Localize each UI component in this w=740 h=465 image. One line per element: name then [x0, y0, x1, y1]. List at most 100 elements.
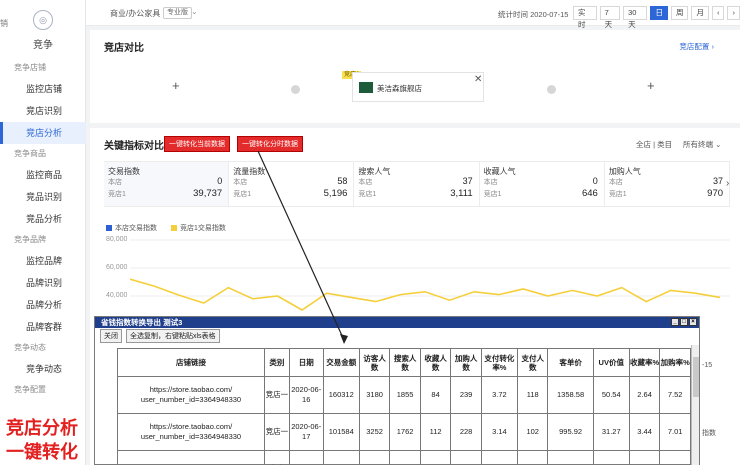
table-cell: 7.52	[659, 376, 691, 414]
table-cell: https://store.taobao.com/ user_number_id…	[117, 376, 265, 414]
shop-logo-icon	[359, 82, 373, 93]
compare-title: 竞店对比	[104, 43, 144, 54]
metric-r2-label: 竞店1	[483, 191, 502, 198]
sidebar-item[interactable]: 竞品分析	[0, 208, 86, 230]
sidebar-item[interactable]: 竞争动态	[0, 358, 86, 380]
table-cell: 137	[419, 450, 452, 465]
export-window: 省钱指数转换导出 测试3 _ □ × 关闭 全选复制，右键粘贴xls表格 店铺链…	[94, 316, 700, 465]
table-cell: 266	[450, 450, 482, 465]
metric-r1-value: 0	[592, 176, 598, 186]
close-button[interactable]: 关闭	[100, 329, 122, 343]
table-cell: 239	[450, 376, 482, 414]
shop-config-link[interactable]: 竞店配置 ›	[679, 41, 714, 52]
time-button[interactable]: 周	[670, 6, 689, 20]
table-cell: 2036	[389, 450, 421, 465]
sidebar-item[interactable]: 竞店识别	[0, 100, 86, 122]
column-header: 搜索人数	[389, 348, 421, 377]
table-cell: 995.92	[547, 413, 594, 451]
metric-r1-label: 本店	[483, 179, 498, 186]
category-selector[interactable]: 商业/办公家具	[110, 8, 160, 19]
sidebar-item[interactable]: 品牌识别	[0, 272, 86, 294]
selected-shop-card[interactable]: 美洁森旗舰店	[352, 72, 484, 102]
window-title-text: 省钱指数转换导出 测试3	[101, 318, 183, 327]
sidebar-item[interactable]: 品牌客群	[0, 316, 86, 338]
metric-name: 交易指数	[108, 167, 140, 176]
overlay-caption-2: 一键转化	[6, 442, 78, 462]
export-window-title: 省钱指数转换导出 测试3 _ □ ×	[95, 317, 699, 328]
shop-name: 美洁森旗舰店	[377, 84, 422, 93]
table-cell: 31.27	[592, 413, 630, 451]
table-cell: 竞店一	[263, 376, 290, 414]
metric-tile[interactable]: 搜索人气 本店 37 竞店1 3,111	[354, 162, 480, 206]
legend-label: 竞店1交易指数	[180, 225, 226, 232]
scroll-thumb[interactable]	[693, 357, 699, 397]
sidebar-item[interactable]: 竞店分析	[0, 122, 86, 144]
table-cell: 1762	[389, 413, 421, 451]
add-rival-shop-button[interactable]: +	[647, 78, 655, 93]
sidebar-item[interactable]: 监控品牌	[0, 250, 86, 272]
sidebar-logo[interactable]: ◎ 竞争	[0, 10, 86, 51]
maximize-icon[interactable]: □	[680, 318, 688, 326]
window-close-icon[interactable]: ×	[689, 318, 697, 326]
sidebar-group-title: 竞争品牌	[14, 235, 46, 244]
partial-label: 指数	[702, 430, 716, 437]
scope-segment[interactable]: 全店 | 类目	[636, 139, 672, 150]
table-cell: 1855	[389, 376, 421, 414]
table-cell: https://store.taobao.com/	[117, 450, 265, 465]
vertical-scrollbar[interactable]	[691, 345, 699, 465]
metric-r1-label: 本店	[358, 179, 373, 186]
table-cell: 2020-	[288, 450, 324, 465]
metric-r1-label: 本店	[108, 179, 122, 186]
compare-card: 竞店对比 竞店配置 › + 竞店1 美洁森旗舰店 ✕ +	[90, 30, 740, 123]
table-row[interactable]: https://store.taobao.com/竞店2020-16641636…	[117, 450, 691, 465]
chevron-right-icon[interactable]: ›	[726, 178, 729, 189]
time-button[interactable]: 月	[691, 6, 709, 20]
table-cell: 竞店一	[263, 413, 290, 451]
table-cell: 2.54	[480, 450, 518, 465]
time-button[interactable]: 30天	[623, 6, 648, 29]
table-row[interactable]: https://store.taobao.com/ user_number_id…	[117, 413, 691, 451]
time-button[interactable]: 实时	[573, 6, 597, 29]
metric-tile[interactable]: 加购人气 本店 37 竞店1 970	[605, 162, 731, 206]
convert-hourly-button[interactable]: 一键转化分时数据	[237, 136, 303, 152]
metric-tile[interactable]: 收藏人气 本店 0 竞店1 646	[480, 162, 605, 206]
metric-tile[interactable]: 交易指数 本店 0 竞店1 39,737	[104, 162, 230, 206]
time-button[interactable]: ‹	[711, 6, 725, 20]
table-row[interactable]: https://store.taobao.com/ user_number_id…	[117, 376, 691, 414]
sidebar-nav: 竞争店铺 监控店铺 竞店识别 竞店分析 竞争商品 监控商品 竞品识别 竞品分析 竞争品牌 监控品牌…	[0, 58, 86, 400]
metric-r2-value: 646	[581, 188, 598, 199]
legend-item-own[interactable]: 本店交易指数	[106, 223, 157, 233]
metric-name: 搜索人气	[358, 167, 391, 176]
sidebar-item[interactable]: 品牌分析	[0, 294, 86, 316]
convert-current-button[interactable]: 一键转化当前数据	[164, 136, 230, 152]
add-own-shop-button[interactable]: +	[172, 78, 180, 93]
series-line-rival	[130, 278, 721, 311]
close-icon[interactable]: ✕	[474, 74, 482, 85]
sidebar: 销 ◎ 竞争 竞争店铺 监控店铺 竞店识别 竞店分析 竞争商品 监控商品 竞品识别 竞品分析竞…	[0, 0, 86, 465]
sidebar-item[interactable]: 监控店铺	[0, 78, 86, 100]
time-button[interactable]: 7天	[599, 6, 621, 29]
time-button[interactable]: ›	[727, 6, 740, 20]
column-header: 加购人数	[450, 348, 482, 377]
metric-tile[interactable]: 流量指数 本店 58 竞店1 5,196	[229, 162, 355, 206]
metric-tiles: 交易指数 本店 0 竞店1 39,737 流量指数 本店 58 竞店1 5,196 搜索人气 本店 37…	[104, 161, 731, 207]
column-header: UV价值	[592, 348, 630, 377]
copy-all-button[interactable]: 全选复制，右键粘贴xls表格	[126, 329, 220, 343]
metric-r1-value: 0	[217, 176, 223, 186]
kpi-title: 关键指标对比	[104, 141, 164, 152]
column-header: 支付人数	[516, 348, 549, 377]
metric-r2-label: 竞店1	[358, 191, 377, 198]
stat-time: 统计时间 2020-07-15	[498, 10, 569, 19]
table-cell: 2020-06-17	[288, 413, 324, 451]
overlay-caption-1: 竞店分析	[6, 418, 78, 438]
sidebar-item[interactable]: 竞品识别	[0, 186, 86, 208]
legend-item-rival[interactable]: 竞店1交易指数	[171, 223, 226, 233]
time-button[interactable]: 日	[650, 6, 668, 20]
chevron-down-icon[interactable]: ⌄	[191, 7, 198, 16]
sidebar-item[interactable]: 监控商品	[0, 164, 86, 186]
table-cell: 1358.58	[547, 376, 594, 414]
terminal-dropdown[interactable]: 所有终端 ⌄	[683, 139, 721, 150]
table-cell: 102	[516, 413, 549, 451]
legend-label: 本店交易指数	[115, 225, 157, 232]
minimize-icon[interactable]: _	[671, 318, 679, 326]
